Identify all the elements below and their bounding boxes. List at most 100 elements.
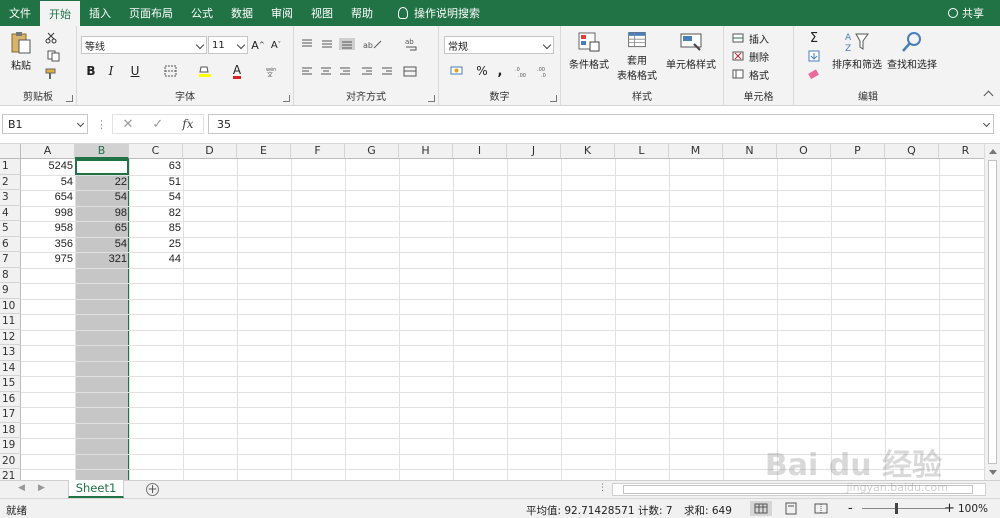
zoom-out-button[interactable]: -: [848, 501, 853, 516]
cell-b2[interactable]: 22: [75, 175, 129, 191]
alignment-launcher-icon[interactable]: [428, 95, 435, 102]
row-header-11[interactable]: 11: [0, 314, 21, 330]
row-header-5[interactable]: 5: [0, 221, 21, 237]
row-header-9[interactable]: 9: [0, 283, 21, 299]
active-cell[interactable]: [75, 159, 129, 175]
tab-formulas[interactable]: 公式: [182, 0, 222, 26]
cell-b5[interactable]: 65: [75, 221, 129, 237]
tab-page-layout[interactable]: 页面布局: [120, 0, 182, 26]
clear-button[interactable]: [802, 66, 826, 82]
column-header-a[interactable]: A: [21, 144, 75, 159]
row-header-6[interactable]: 6: [0, 236, 21, 252]
name-box[interactable]: B1: [2, 114, 88, 134]
cell-c1[interactable]: 63: [129, 159, 183, 175]
cell-c7[interactable]: 44: [129, 252, 183, 268]
column-header-d[interactable]: D: [183, 144, 237, 159]
cell-a2[interactable]: 54: [21, 175, 75, 191]
cell-c6[interactable]: 25: [129, 237, 183, 253]
grow-font-button[interactable]: A ^: [251, 36, 265, 54]
borders-button[interactable]: [157, 62, 185, 80]
zoom-level[interactable]: 100%: [958, 503, 988, 515]
row-header-18[interactable]: 18: [0, 422, 21, 438]
tab-data[interactable]: 数据: [222, 0, 262, 26]
tell-me-search[interactable]: 操作说明搜索: [382, 0, 480, 26]
cell-c2[interactable]: 51: [129, 175, 183, 191]
cell-b7[interactable]: 321: [75, 252, 129, 268]
next-sheet-icon[interactable]: ▶: [38, 483, 45, 493]
row-header-7[interactable]: 7: [0, 252, 21, 268]
sheet-tab-sheet1[interactable]: Sheet1: [68, 480, 124, 498]
row-header-14[interactable]: 14: [0, 360, 21, 376]
font-name-select[interactable]: 等线: [81, 36, 207, 54]
zoom-slider[interactable]: [862, 508, 946, 509]
enter-icon[interactable]: ✓: [152, 117, 163, 132]
autosum-button[interactable]: Σ: [802, 30, 826, 46]
normal-view-button[interactable]: [750, 501, 772, 516]
wrap-text-icon[interactable]: ab: [404, 36, 420, 52]
cell-a5[interactable]: 958: [21, 221, 75, 237]
row-header-15[interactable]: 15: [0, 376, 21, 392]
clipboard-launcher-icon[interactable]: [66, 95, 73, 102]
horizontal-align-icons[interactable]: [300, 66, 418, 78]
column-header-q[interactable]: Q: [885, 144, 939, 159]
row-header-10[interactable]: 10: [0, 298, 21, 314]
decrease-decimal-button[interactable]: .00.0: [535, 62, 553, 80]
cell-a1[interactable]: 5245: [21, 159, 75, 175]
fill-button[interactable]: [802, 48, 826, 64]
fill-color-button[interactable]: [191, 62, 219, 80]
tab-home[interactable]: 开始: [40, 1, 80, 26]
cell-b6[interactable]: 54: [75, 237, 129, 253]
tab-review[interactable]: 审阅: [262, 0, 302, 26]
tab-file[interactable]: 文件: [0, 0, 40, 26]
conditional-formatting-button[interactable]: 条件格式: [567, 30, 611, 82]
increase-decimal-button[interactable]: .0.00: [513, 62, 531, 80]
column-header-k[interactable]: K: [561, 144, 615, 159]
vertical-scrollbar[interactable]: [984, 144, 1000, 480]
row-header-1[interactable]: 1: [0, 159, 21, 175]
copy-button[interactable]: [42, 48, 66, 64]
font-size-select[interactable]: 11: [208, 36, 248, 54]
tab-view[interactable]: 视图: [302, 0, 342, 26]
underline-button[interactable]: U: [123, 62, 147, 80]
share-button[interactable]: 共享: [948, 0, 984, 26]
column-header-f[interactable]: F: [291, 144, 345, 159]
add-sheet-button[interactable]: +: [146, 483, 159, 496]
italic-button[interactable]: I: [103, 62, 119, 80]
column-header-c[interactable]: C: [129, 144, 183, 159]
cell-c4[interactable]: 82: [129, 206, 183, 222]
row-header-21[interactable]: 21: [0, 469, 21, 480]
number-launcher-icon[interactable]: [550, 95, 557, 102]
cell-b4[interactable]: 98: [75, 206, 129, 222]
worksheet-grid[interactable]: A B C D E F G H I J K L M N O P Q R 1 2 3 4 5 6 7 8 9 10 11 12 13 14 15 1…: [0, 144, 984, 480]
prev-sheet-icon[interactable]: ◀: [18, 483, 25, 493]
page-layout-view-button[interactable]: [780, 501, 802, 516]
column-header-n[interactable]: N: [723, 144, 777, 159]
tab-insert[interactable]: 插入: [80, 0, 120, 26]
insert-cells-button[interactable]: 插入: [732, 30, 788, 46]
cell-b3[interactable]: 54: [75, 190, 129, 206]
collapse-ribbon-icon[interactable]: [983, 90, 994, 101]
row-header-3[interactable]: 3: [0, 190, 21, 206]
cell-c3[interactable]: 54: [129, 190, 183, 206]
column-header-p[interactable]: P: [831, 144, 885, 159]
row-header-19[interactable]: 19: [0, 438, 21, 454]
column-header-m[interactable]: M: [669, 144, 723, 159]
cell-a3[interactable]: 654: [21, 190, 75, 206]
sort-filter-button[interactable]: AZ 排序和筛选: [830, 30, 884, 82]
comma-button[interactable]: ,: [493, 62, 507, 80]
select-all-corner[interactable]: [0, 144, 21, 159]
row-header-13[interactable]: 13: [0, 345, 21, 361]
paste-button[interactable]: 粘贴: [6, 30, 36, 72]
column-header-l[interactable]: L: [615, 144, 669, 159]
cut-button[interactable]: [42, 30, 60, 46]
shrink-font-button[interactable]: Aˇ: [269, 36, 283, 54]
format-as-table-button[interactable]: 套用 表格格式: [613, 30, 661, 82]
formula-input[interactable]: 35: [208, 114, 994, 134]
bold-button[interactable]: B: [83, 62, 99, 80]
format-cells-button[interactable]: 格式: [732, 66, 788, 82]
column-header-r[interactable]: R: [939, 144, 984, 159]
tab-split-handle[interactable]: ⋮: [598, 483, 607, 493]
vertical-align-icons[interactable]: [300, 38, 360, 50]
insert-function-icon[interactable]: fx: [182, 117, 193, 131]
row-header-8[interactable]: 8: [0, 267, 21, 283]
